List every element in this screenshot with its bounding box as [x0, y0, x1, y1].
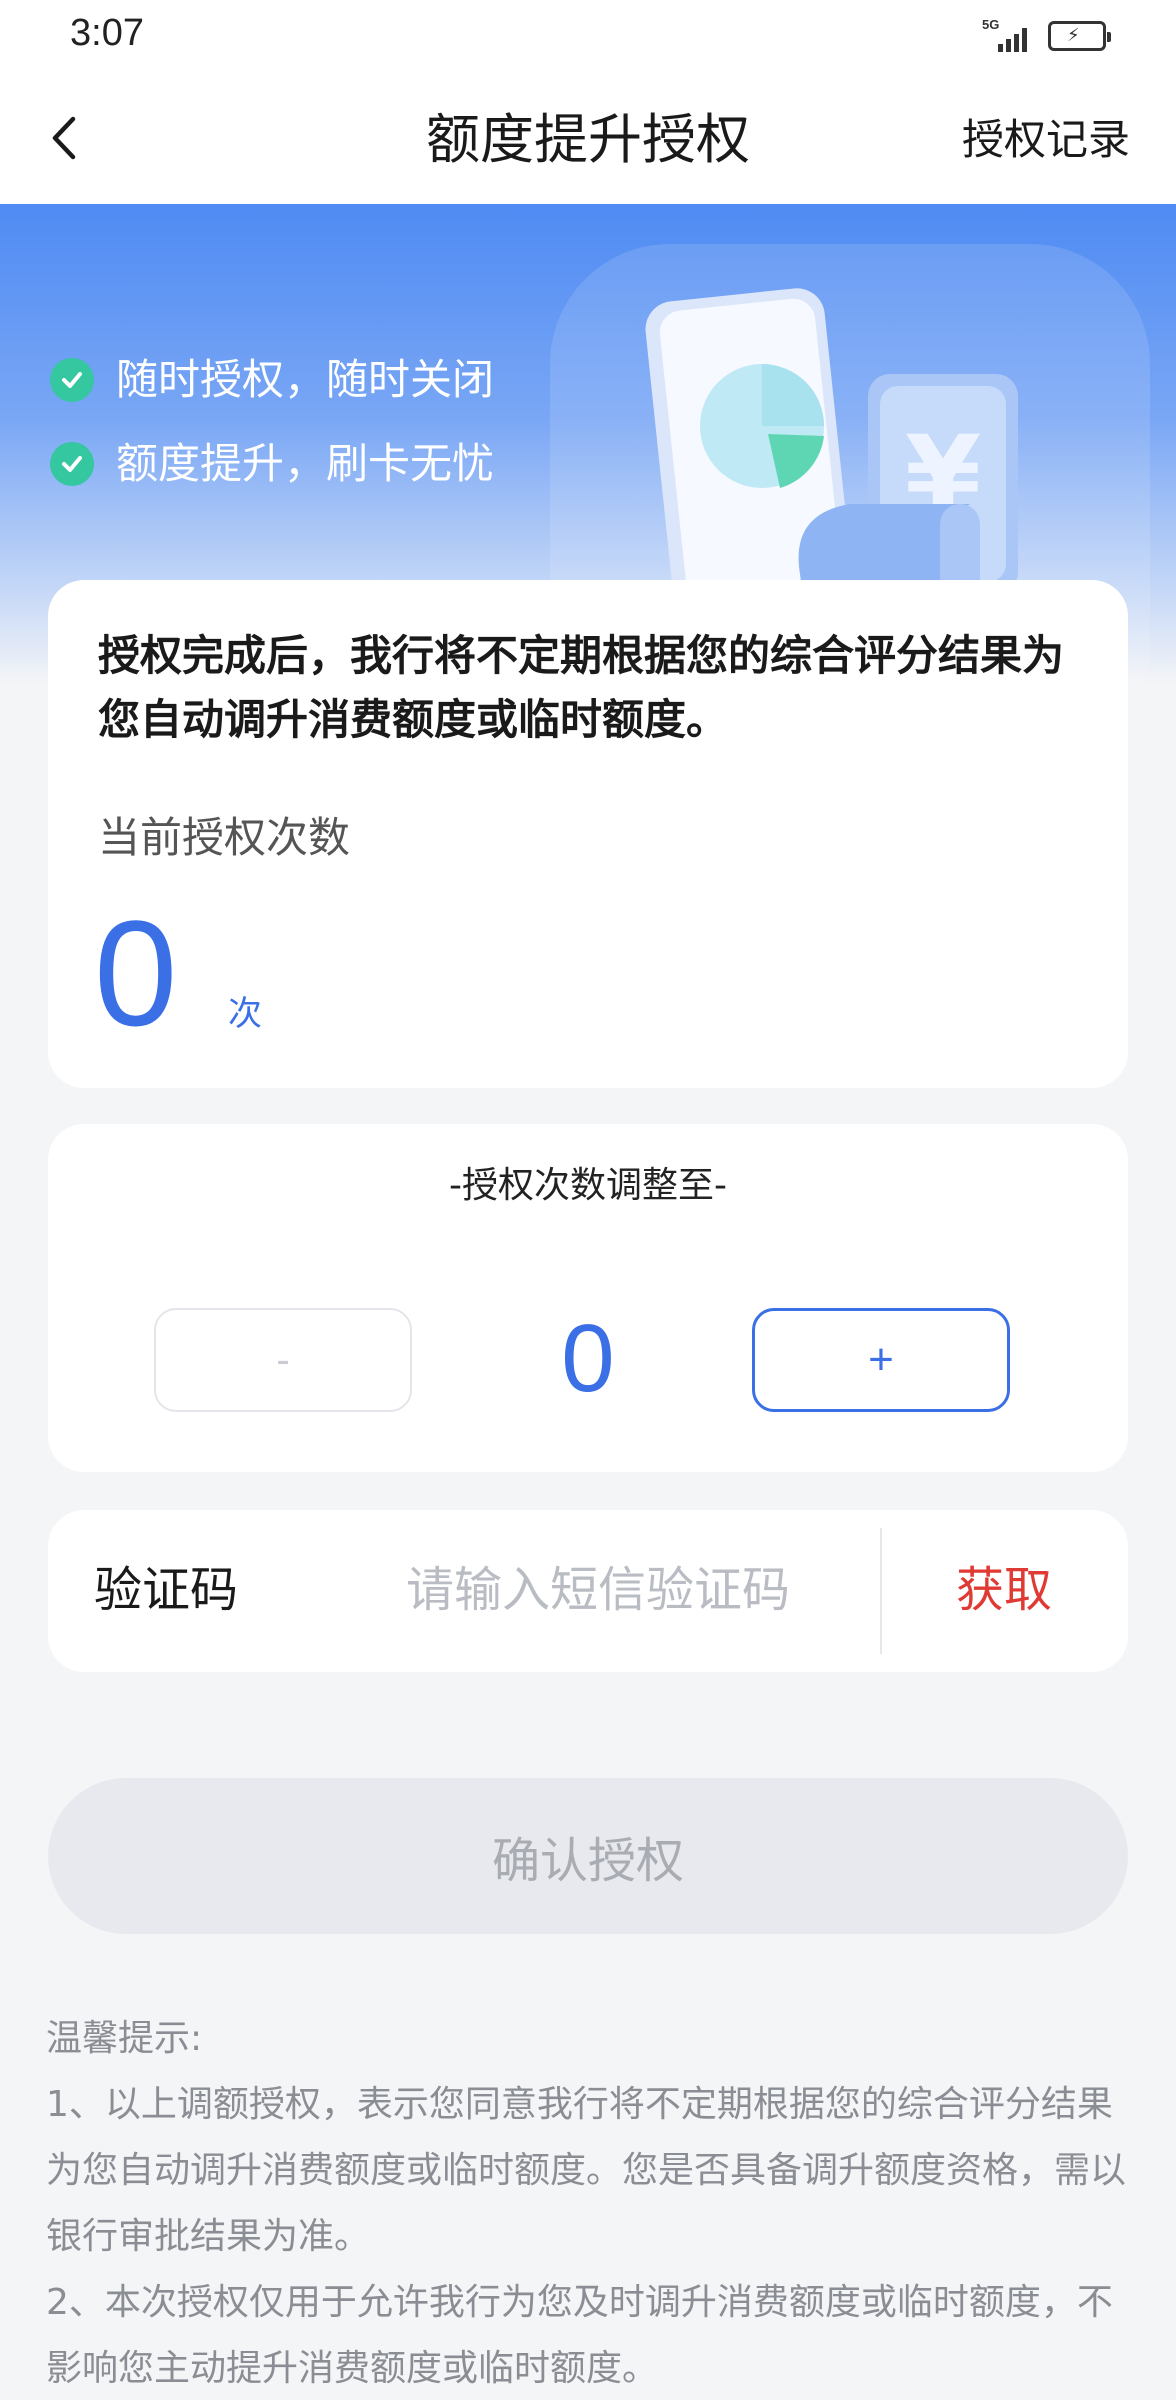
battery-icon: ⚡ — [1048, 21, 1111, 51]
verification-code-label: 验证码 — [94, 1562, 239, 1618]
signal-icon: 5G — [982, 18, 1036, 54]
adjust-count-card: -授权次数调整至- - 0 + — [48, 1124, 1128, 1472]
hero-feature-2: 额度提升，刷卡无忧 — [50, 436, 494, 492]
tips-title: 温馨提示: — [46, 2018, 203, 2059]
page: 3:07 5G ⚡ 额度提升授权 授权记录 随时授权，随时关闭 额度提升，刷卡无… — [0, 0, 1176, 2400]
status-icons: 5G ⚡ — [982, 18, 1111, 54]
info-description: 授权完成后，我行将不定期根据您的综合评分结果为您自动调升消费额度或临时额度。 — [98, 631, 1065, 744]
network-type: 5G — [982, 17, 1000, 32]
increment-button[interactable]: + — [752, 1308, 1010, 1412]
tips-section: 温馨提示: 1、以上调额授权，表示您同意我行将不定期根据您的综合评分结果为您自动… — [46, 2006, 1136, 2400]
hero-feature-text: 随时授权，随时关闭 — [116, 355, 495, 404]
status-time: 3:07 — [70, 12, 144, 54]
status-bar: 3:07 5G ⚡ — [0, 0, 1176, 72]
current-count-label: 当前授权次数 — [98, 813, 351, 862]
nav-bar: 额度提升授权 授权记录 — [0, 72, 1176, 204]
confirm-authorization-button[interactable]: 确认授权 — [48, 1778, 1128, 1934]
current-count-unit: 次 — [228, 994, 262, 1034]
authorization-records-link[interactable]: 授权记录 — [962, 112, 1130, 168]
divider — [880, 1528, 882, 1654]
authorization-info-card: 授权完成后，我行将不定期根据您的综合评分结果为您自动调升消费额度或临时额度。 当… — [48, 580, 1128, 1088]
hero-feature-text: 额度提升，刷卡无忧 — [116, 439, 495, 488]
check-icon — [50, 442, 94, 486]
tips-line: 1、以上调额授权，表示您同意我行将不定期根据您的综合评分结果为您自动调升消费额度… — [46, 2084, 1127, 2257]
adjust-title: -授权次数调整至- — [449, 1165, 727, 1206]
verification-code-card: 验证码 获取 — [48, 1510, 1128, 1672]
tips-line: 2、本次授权仅用于允许我行为您及时调升消费额度或临时额度，不影响您主动提升消费额… — [46, 2282, 1113, 2389]
current-count-value: 0 — [94, 889, 178, 1057]
verification-code-input[interactable] — [406, 1550, 906, 1630]
check-icon — [50, 358, 94, 402]
get-code-button[interactable]: 获取 — [956, 1558, 1052, 1622]
hero-feature-1: 随时授权，随时关闭 — [50, 352, 494, 408]
